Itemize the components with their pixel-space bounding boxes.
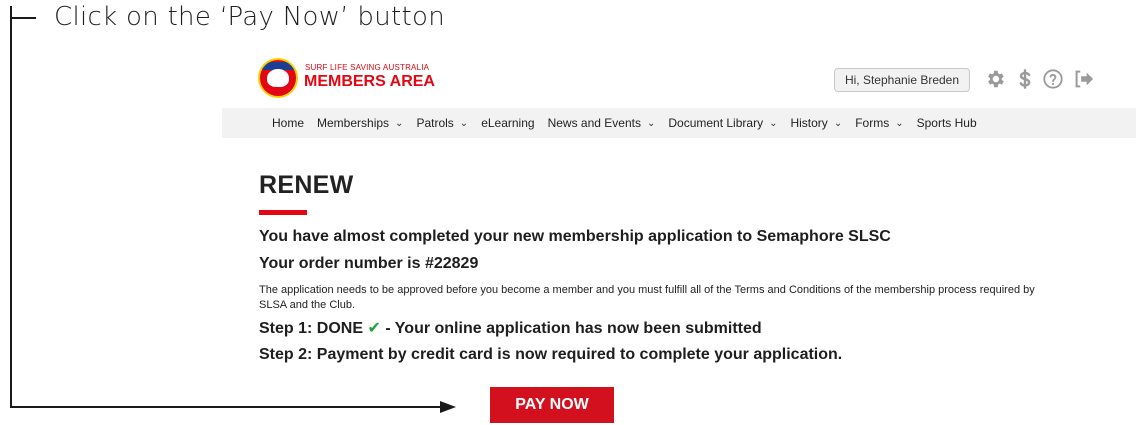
help-icon[interactable] xyxy=(1042,68,1064,90)
nav-item-sports-hub[interactable]: Sports Hub xyxy=(917,116,977,130)
slsa-logo[interactable] xyxy=(258,58,298,98)
nav-item-document-library[interactable]: Document Library ⌄ xyxy=(668,116,777,130)
gear-icon[interactable] xyxy=(984,68,1006,90)
dollar-icon[interactable] xyxy=(1014,68,1036,90)
order-number: Your order number is #22829 xyxy=(259,255,479,272)
arrow-head-icon xyxy=(440,401,456,413)
chevron-down-icon: ⌄ xyxy=(833,117,843,129)
nav-item-elearning[interactable]: eLearning xyxy=(481,116,534,130)
logout-icon[interactable] xyxy=(1072,68,1094,90)
completion-message: You have almost completed your new membe… xyxy=(259,228,891,245)
nav-item-forms[interactable]: Forms ⌄ xyxy=(855,116,903,130)
logo-subtitle: SURF LIFE SAVING AUSTRALIA xyxy=(305,63,430,72)
instruction-text: Click on the ‘Pay Now’ button xyxy=(54,2,445,32)
approval-paragraph: The application needs to be approved bef… xyxy=(259,284,1035,311)
nav-item-patrols[interactable]: Patrols ⌄ xyxy=(416,116,468,130)
pay-now-button[interactable]: PAY NOW xyxy=(490,387,614,423)
step2-status: Step 2: Payment by credit card is now re… xyxy=(259,346,843,363)
nav-item-history[interactable]: History ⌄ xyxy=(790,116,842,130)
step1-status: Step 1: DONE ✔ - Your online application… xyxy=(259,320,762,337)
main-nav: Home Memberships ⌄ Patrols ⌄ eLearning New… xyxy=(222,108,1136,138)
nav-item-news-and-events[interactable]: News and Events ⌄ xyxy=(548,116,656,130)
nav-item-memberships[interactable]: Memberships ⌄ xyxy=(317,116,403,130)
user-greeting[interactable]: Hi, Stephanie Breden xyxy=(834,68,970,92)
chevron-down-icon: ⌄ xyxy=(395,117,404,129)
annotation-line-vertical xyxy=(10,6,12,408)
nav-item-home[interactable]: Home xyxy=(272,116,304,130)
chevron-down-icon: ⌄ xyxy=(646,117,656,129)
page-title: RENEW xyxy=(259,171,354,199)
checkmark-icon: ✔ xyxy=(367,320,381,337)
chevron-down-icon: ⌄ xyxy=(895,117,904,129)
annotation-line-bottom xyxy=(10,406,442,408)
logo-title[interactable]: MEMBERS AREA xyxy=(304,73,435,91)
chevron-down-icon: ⌄ xyxy=(459,117,469,129)
annotation-line-top xyxy=(10,17,36,19)
chevron-down-icon: ⌄ xyxy=(769,117,778,129)
title-underline xyxy=(259,210,307,215)
